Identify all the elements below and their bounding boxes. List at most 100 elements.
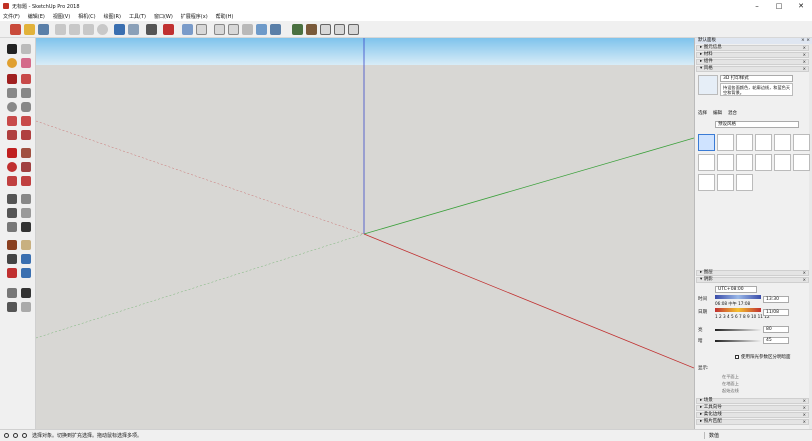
style-thumb[interactable] [774, 134, 791, 151]
menu-extensions[interactable]: 扩展程序(x) [181, 13, 208, 20]
measurements-box[interactable]: 数值 [704, 432, 719, 439]
tab-edit[interactable]: 编辑 [713, 110, 722, 116]
save-icon[interactable] [38, 24, 49, 35]
3d-warehouse-icon[interactable] [292, 24, 303, 35]
tape-measure-icon[interactable] [7, 194, 17, 204]
erase-icon[interactable] [97, 24, 108, 35]
extension-warehouse-icon[interactable] [306, 24, 317, 35]
cut-icon[interactable] [55, 24, 66, 35]
style-thumb[interactable] [793, 154, 810, 171]
dark-slider[interactable] [715, 340, 761, 342]
geo-location-icon[interactable] [4, 433, 9, 438]
style-thumb[interactable] [698, 154, 715, 171]
new-icon[interactable] [10, 24, 21, 35]
section-shadows[interactable]: ▾ 阴影 × [696, 277, 809, 283]
zoom-icon[interactable] [7, 254, 17, 264]
style-thumb[interactable] [736, 154, 753, 171]
scale-icon[interactable] [7, 176, 17, 186]
menu-camera[interactable]: 相机(C) [78, 13, 95, 20]
layout-icon[interactable] [348, 24, 359, 35]
xray-icon[interactable] [214, 24, 225, 35]
light-slider[interactable] [715, 329, 761, 331]
style-thumb[interactable] [755, 134, 772, 151]
paint-bucket-icon[interactable] [7, 58, 17, 68]
from-edges-option[interactable]: 起始边线 [722, 388, 739, 394]
rectangle-icon[interactable] [7, 88, 17, 98]
undo-icon[interactable] [114, 24, 125, 35]
shaded-icon[interactable] [256, 24, 267, 35]
wireframe-icon[interactable] [228, 24, 239, 35]
copy-icon[interactable] [69, 24, 80, 35]
pan-icon[interactable] [21, 240, 31, 250]
menu-draw[interactable]: 绘图(R) [104, 13, 121, 20]
menu-tools[interactable]: 工具(T) [129, 13, 146, 20]
shape-icon[interactable] [182, 24, 193, 35]
style-thumb[interactable] [698, 174, 715, 191]
credits-icon[interactable] [13, 433, 18, 438]
home-icon[interactable] [320, 24, 331, 35]
time-slider[interactable] [715, 295, 761, 299]
follow-me-icon[interactable] [21, 162, 31, 172]
use-sun-checkbox[interactable] [735, 355, 739, 359]
date-input[interactable]: 11/08 [763, 309, 789, 316]
date-slider[interactable] [715, 308, 761, 312]
section-plane-icon[interactable] [21, 302, 31, 312]
dark-input[interactable]: 45 [763, 337, 789, 344]
print-icon[interactable] [146, 24, 157, 35]
style-library-dropdown[interactable]: 预设风格 [715, 121, 799, 128]
look-around-icon[interactable] [21, 288, 31, 298]
hidden-line-icon[interactable] [242, 24, 253, 35]
light-input[interactable]: 80 [763, 326, 789, 333]
scene-canvas[interactable] [36, 38, 694, 429]
style-thumb[interactable] [698, 134, 715, 151]
circle-icon[interactable] [7, 102, 17, 112]
use-sun-checkbox-row[interactable]: 使用阳光参数区分明暗面 [735, 354, 791, 360]
style-thumb[interactable] [736, 134, 753, 151]
style-thumb[interactable] [736, 174, 753, 191]
walk-icon[interactable] [7, 302, 17, 312]
axes-icon[interactable] [7, 222, 17, 232]
select-icon[interactable] [7, 44, 17, 54]
position-camera-icon[interactable] [7, 288, 17, 298]
share-model-icon[interactable] [334, 24, 345, 35]
minimize-button[interactable]: – [746, 0, 768, 12]
maximize-button[interactable]: □ [768, 0, 790, 12]
open-icon[interactable] [24, 24, 35, 35]
eraser-icon[interactable] [21, 58, 31, 68]
zoom-extents-icon[interactable] [7, 268, 17, 278]
style-thumb[interactable] [717, 174, 734, 191]
section-styles[interactable]: ▾ 风格 × [696, 66, 809, 72]
section-materials[interactable]: ▸ 材料 × [696, 52, 809, 58]
modeling-viewport[interactable] [36, 38, 694, 429]
section-instructor[interactable]: ▸ 工具向导 × [696, 405, 809, 411]
line-icon[interactable] [7, 74, 17, 84]
model-info-icon[interactable] [163, 24, 174, 35]
orbit-tool-icon[interactable] [7, 240, 17, 250]
section-components[interactable]: ▸ 组件 × [696, 59, 809, 65]
style-thumb[interactable] [755, 154, 772, 171]
three-point-arc-icon[interactable] [7, 130, 17, 140]
two-point-arc-icon[interactable] [21, 116, 31, 126]
style-thumb[interactable] [717, 154, 734, 171]
menu-edit[interactable]: 编辑(E) [28, 13, 45, 20]
protractor-icon[interactable] [7, 208, 17, 218]
menu-window[interactable]: 窗口(W) [154, 13, 173, 20]
paste-icon[interactable] [83, 24, 94, 35]
text-icon[interactable] [21, 208, 31, 218]
3d-text-icon[interactable] [21, 222, 31, 232]
arc-icon[interactable] [7, 116, 17, 126]
freehand-icon[interactable] [21, 74, 31, 84]
tab-select[interactable]: 选择 [698, 110, 707, 116]
textured-icon[interactable] [270, 24, 281, 35]
on-faces-option[interactable]: 在平面上 [722, 374, 739, 380]
orbit-icon[interactable] [196, 24, 207, 35]
redo-icon[interactable] [128, 24, 139, 35]
style-thumb[interactable] [774, 154, 791, 171]
push-pull-icon[interactable] [21, 148, 31, 158]
zoom-window-icon[interactable] [21, 254, 31, 264]
rotate-icon[interactable] [7, 162, 17, 172]
close-button[interactable]: ✕ [790, 0, 812, 12]
make-component-icon[interactable] [21, 44, 31, 54]
offset-icon[interactable] [21, 176, 31, 186]
section-match-photo[interactable]: ▸ 照片匹配 × [696, 419, 809, 425]
